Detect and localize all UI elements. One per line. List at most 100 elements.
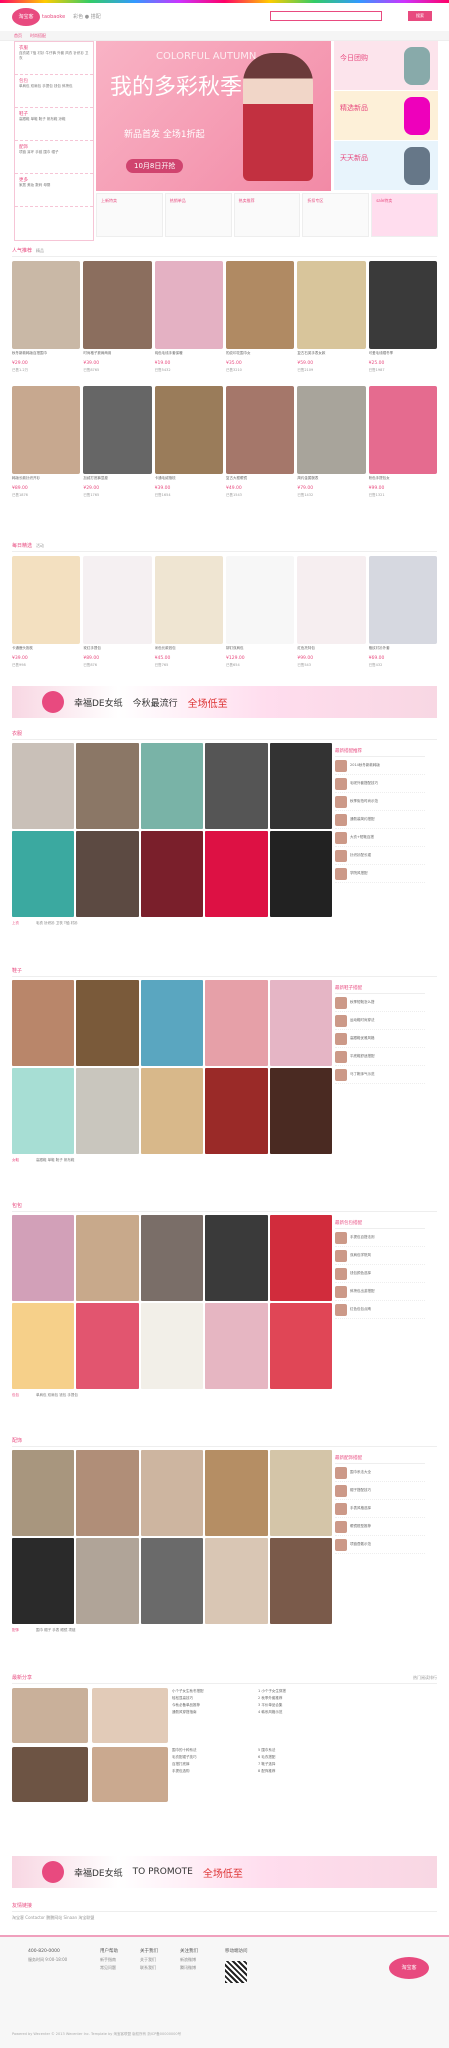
footer-col[interactable]: 关注我们 新浪微博 腾讯微博 bbox=[180, 1947, 198, 1972]
cat-group[interactable]: 配饰 项链 耳环 手链 围巾 帽子 bbox=[15, 141, 93, 174]
tag-row: 包包 单肩包 双肩包 钱包 手提包 bbox=[12, 1393, 78, 1397]
side-item[interactable]: 高跟鞋优雅风格 bbox=[335, 1030, 425, 1048]
logo-sub: taobaoke bbox=[42, 14, 66, 20]
tag-row: 女鞋 高跟鞋 单鞋 靴子 帆布鞋 bbox=[12, 1158, 75, 1162]
thumb-tile[interactable]: sale特卖 bbox=[371, 193, 438, 237]
side-item[interactable]: 项链叠戴示范 bbox=[335, 1536, 425, 1554]
side-item[interactable]: 平底鞋舒适搭配 bbox=[335, 1048, 425, 1066]
news-image[interactable] bbox=[12, 1747, 88, 1802]
sidebar-match-1: 最新搭配推荐 2014秋冬新款韩版 毛呢外套搭配技巧 秋季街拍时尚示范 通勤装简… bbox=[335, 746, 425, 883]
news-image[interactable] bbox=[12, 1688, 88, 1743]
product-card[interactable]: 卡通毛绒抱枕 ¥39.00 已售1654 bbox=[154, 386, 223, 508]
nav-bar: 首页 时尚搭配 bbox=[0, 31, 449, 41]
side-item[interactable]: 运动鞋时尚穿法 bbox=[335, 1012, 425, 1030]
footer-col[interactable]: 移动端访问 bbox=[225, 1947, 248, 1956]
side-item[interactable]: 秋季短靴怎么搭 bbox=[335, 994, 425, 1012]
hot-list[interactable]: 1 小个子女生穿搭 2 秋季外套推荐 3 平价单品合集 4 韩系风格示范 bbox=[258, 1688, 340, 1743]
section-title: 鞋子 bbox=[12, 965, 437, 977]
product-grid: 秋冬新款韩版百搭围巾 ¥29.00 已售1.2万 时尚格子披肩两用 ¥39.00 已售8… bbox=[12, 261, 437, 508]
side-item[interactable]: 帽子搭配技巧 bbox=[335, 1482, 425, 1500]
product-card[interactable]: 豹纹印花围巾女 ¥35.00 已售3210 bbox=[226, 261, 295, 383]
banner-sub: 新品首发 全场1折起 bbox=[124, 130, 205, 140]
side-item[interactable]: 钱包颜色选择 bbox=[335, 1265, 425, 1283]
product-card[interactable]: 红色托特包 ¥99.00 已售543 bbox=[297, 556, 366, 678]
news-image[interactable] bbox=[92, 1688, 168, 1743]
cat-group[interactable]: 更多 家居 美妆 数码 母婴 bbox=[15, 174, 93, 207]
product-card[interactable]: 加绒打底裤显瘦 ¥29.00 已售1765 bbox=[83, 386, 152, 508]
category-sidebar: 衣服 连衣裙 T恤 衬衫 牛仔裤 外套 风衣 针织衫 卫衣 包包 单肩包 双肩包 手… bbox=[14, 41, 94, 241]
product-card[interactable]: 铆钉双肩包 ¥129.00 已售654 bbox=[226, 556, 295, 678]
footer-col[interactable]: 用户帮助 新手指南 常见问题 bbox=[100, 1947, 118, 1972]
banner-model-image bbox=[243, 53, 313, 181]
product-card[interactable]: 秋冬新款韩版百搭围巾 ¥29.00 已售1.2万 bbox=[12, 261, 81, 383]
side-item[interactable]: 斜挎包出游搭配 bbox=[335, 1283, 425, 1301]
product-card[interactable]: 可爱毛线帽冬季 ¥25.00 已售1987 bbox=[368, 261, 437, 383]
search-button[interactable]: 搜索 bbox=[408, 11, 432, 21]
product-card[interactable]: 复古大框眼镜 ¥49.00 已售1543 bbox=[226, 386, 295, 508]
thumb-tile[interactable]: 上新特卖 bbox=[96, 193, 163, 237]
side-item[interactable]: 眼镜框型推荐 bbox=[335, 1518, 425, 1536]
thumb-strip: 上新特卖 热销单品 热卖推荐 折扣专区 sale特卖 bbox=[96, 193, 438, 237]
side-item[interactable]: 针织衫配长裙 bbox=[335, 847, 425, 865]
side-item[interactable]: 围巾系法大全 bbox=[335, 1464, 425, 1482]
sidebar-match-4: 最新配饰搭配 围巾系法大全 帽子搭配技巧 手表风格选择 眼镜框型推荐 项链叠戴示… bbox=[335, 1453, 425, 1554]
logo[interactable]: 淘宝客 bbox=[12, 8, 40, 26]
side-item[interactable]: 双肩包学院风 bbox=[335, 1247, 425, 1265]
friend-links: 友情链接 淘宝客 Contactor 鹏鹏网站 Sinaan 淘宝联盟 bbox=[12, 1900, 437, 1921]
cat-group[interactable]: 衣服 连衣裙 T恤 衬衫 牛仔裤 外套 风衣 针织衫 卫衣 bbox=[15, 42, 93, 75]
promo-tile[interactable]: 天天新品 bbox=[334, 141, 438, 191]
thumb-tile[interactable]: 热卖推荐 bbox=[233, 193, 301, 237]
sidebar-match-2: 最新鞋子搭配 秋季短靴怎么搭 运动鞋时尚穿法 高跟鞋优雅风格 平底鞋舒适搭配 马… bbox=[335, 983, 425, 1084]
side-item[interactable]: 毛呢外套搭配技巧 bbox=[335, 775, 425, 793]
ad-banner-2[interactable]: 幸福DE女纸 TO PROMOTE 全场低至 bbox=[12, 1856, 437, 1888]
ad-banner[interactable]: 幸福DE女纸 今秋最流行 全场低至 bbox=[12, 686, 437, 718]
popular-section: 人气推荐 精品 秋冬新款韩版百搭围巾 ¥29.00 已售1.2万 时尚格子披肩两用 ¥3… bbox=[12, 245, 437, 508]
cat-group[interactable]: 包包 单肩包 双肩包 手提包 钱包 斜挎包 bbox=[15, 75, 93, 108]
nav-fashion[interactable]: 时尚搭配 bbox=[30, 33, 46, 39]
banner-pill: 10月8日开抢 bbox=[126, 159, 184, 173]
product-card[interactable]: 韩版长款针织开衫 ¥89.00 已售1876 bbox=[12, 386, 81, 508]
section-title: 最新分享 热门阅读排行 bbox=[12, 1672, 437, 1684]
side-item[interactable]: 大衣+短靴百搭 bbox=[335, 829, 425, 847]
slogan: 彩色 ● 搭配 bbox=[73, 14, 101, 20]
side-item[interactable]: 手提包百搭法则 bbox=[335, 1229, 425, 1247]
copyright: Powered by Wecenter © 2013 Wecenter Inc.… bbox=[12, 2032, 182, 2036]
side-item[interactable]: 马丁靴帅气示范 bbox=[335, 1066, 425, 1084]
search-input[interactable] bbox=[270, 11, 382, 21]
news-list[interactable]: 小个子女生秋冬搭配 轻松显高技巧 今秋必备单品推荐 通勤风穿搭指南 bbox=[172, 1688, 254, 1743]
cat-group[interactable]: 鞋子 高跟鞋 单鞋 靴子 帆布鞋 凉鞋 bbox=[15, 108, 93, 141]
product-card[interactable]: 复古石英手表女款 ¥59.00 已售2109 bbox=[297, 261, 366, 383]
footer-contact: 400-820-0000 服务时间 9:00-18:00 bbox=[28, 1949, 68, 1962]
product-card[interactable]: 简约金属腕表 ¥79.00 已售1432 bbox=[297, 386, 366, 508]
product-card[interactable]: 米色长款钱包 ¥45.00 已售765 bbox=[154, 556, 223, 678]
section-title: 包包 bbox=[12, 1200, 437, 1212]
promo-tile[interactable]: 精选新品 bbox=[334, 91, 438, 141]
main-banner[interactable]: COLORFUL AUTUMN 我的多彩秋季 新品首发 全场1折起 10月8日开… bbox=[96, 41, 331, 191]
promo-tile[interactable]: 今日团购 bbox=[334, 41, 438, 91]
side-item[interactable]: 学院风搭配 bbox=[335, 865, 425, 883]
product-card[interactable]: 格纹衬衫外套 ¥69.00 已售432 bbox=[368, 556, 437, 678]
product-card[interactable]: 时尚格子披肩两用 ¥39.00 已售8765 bbox=[83, 261, 152, 383]
side-item[interactable]: 秋季街拍时尚示范 bbox=[335, 793, 425, 811]
footer-logo[interactable]: 淘宝客 bbox=[389, 1957, 429, 1979]
product-card[interactable]: 纯色毛线手套保暖 ¥19.00 已售5432 bbox=[154, 261, 223, 383]
footer-col[interactable]: 关于我们 关于我们 联系我们 bbox=[140, 1947, 158, 1972]
tag-row: 配饰 围巾 帽子 手表 眼镜 项链 bbox=[12, 1628, 76, 1632]
news-image[interactable] bbox=[92, 1747, 168, 1802]
side-item[interactable]: 通勤装简约搭配 bbox=[335, 811, 425, 829]
header: 淘宝客 taobaoke 彩色 ● 搭配 搜索 bbox=[0, 3, 449, 31]
hot-list[interactable]: 5 围巾系法 6 毛衣搭配 7 靴子选择 8 配饰推荐 bbox=[258, 1747, 340, 1802]
thumb-tile[interactable]: 热销单品 bbox=[164, 193, 232, 237]
side-item[interactable]: 红色包包点睛 bbox=[335, 1301, 425, 1319]
thumb-tile[interactable]: 折扣专区 bbox=[302, 193, 370, 237]
side-item[interactable]: 2014秋冬新款韩版 bbox=[335, 757, 425, 775]
news-list[interactable]: 围巾的十种系法 毛衣配裙子技巧 百搭打底裤 手提包选购 bbox=[172, 1747, 254, 1802]
nav-home[interactable]: 首页 bbox=[14, 33, 22, 39]
product-card[interactable]: 卡通鹿头抱枕 ¥39.00 已售998 bbox=[12, 556, 81, 678]
daily-section: 每日精选 活动 卡通鹿头抱枕 ¥39.00 已售998 玫红手提包 ¥89.00 已售87… bbox=[12, 540, 437, 678]
product-card[interactable]: 粉色手提包女 ¥99.00 已售1321 bbox=[368, 386, 437, 508]
banner-eng: COLORFUL AUTUMN bbox=[156, 51, 257, 62]
right-promos: 今日团购 精选新品 天天新品 bbox=[334, 41, 438, 191]
product-card[interactable]: 玫红手提包 ¥89.00 已售876 bbox=[83, 556, 152, 678]
side-item[interactable]: 手表风格选择 bbox=[335, 1500, 425, 1518]
